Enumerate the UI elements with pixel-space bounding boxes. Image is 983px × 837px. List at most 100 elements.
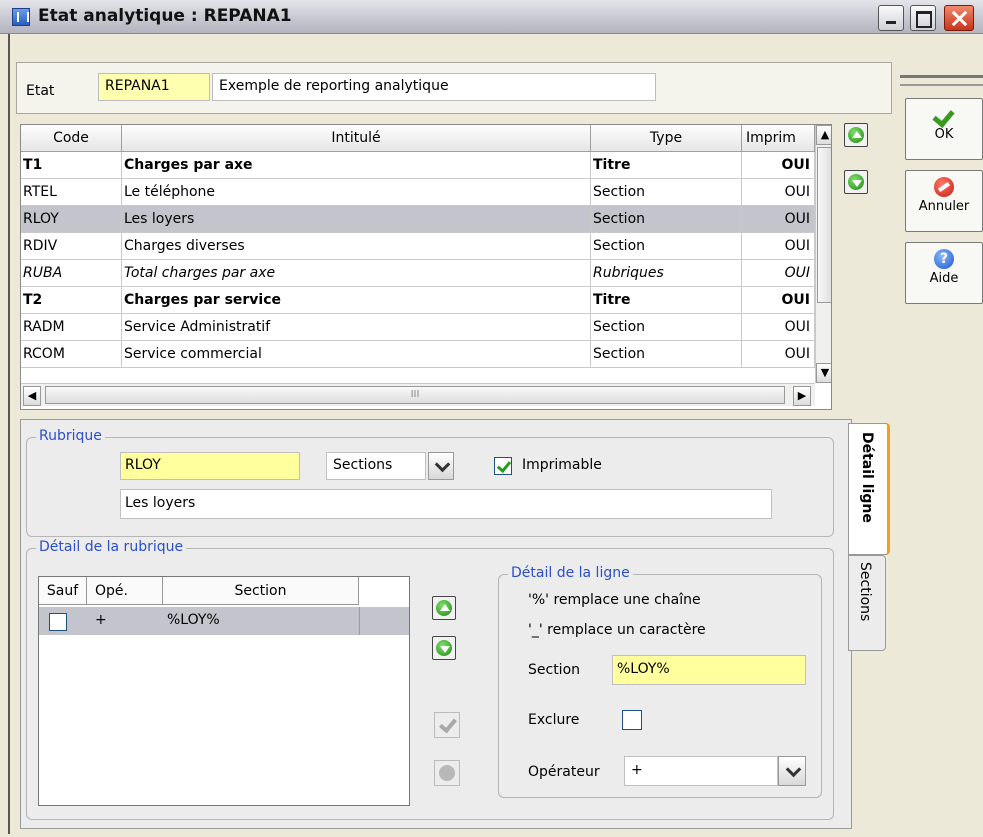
etat-description-field[interactable]: Exemple de reporting analytique	[212, 73, 656, 101]
print-cell: OUI	[742, 179, 815, 205]
app-icon	[12, 8, 30, 26]
operateur-select[interactable]: +	[624, 756, 778, 786]
toolbar-separator	[900, 75, 983, 78]
tab-label: Sections	[857, 562, 873, 622]
horizontal-scrollbar[interactable]: ◀ III ▶	[21, 383, 815, 406]
imprimable-label: Imprimable	[522, 457, 602, 473]
chevron-down-icon	[785, 761, 802, 778]
label-cell: Charges diverses	[122, 233, 591, 259]
column-header-sauf[interactable]: Sauf	[39, 577, 87, 605]
column-header-print[interactable]: Imprim	[742, 125, 815, 152]
code-cell: RDIV	[21, 233, 122, 259]
tab-detail-ligne[interactable]: Détail ligne	[848, 423, 890, 555]
dropdown-button[interactable]	[778, 756, 806, 786]
print-cell: OUI	[742, 206, 815, 232]
minimize-button[interactable]	[878, 5, 904, 31]
label-cell: Le téléphone	[122, 179, 591, 205]
dropdown-button[interactable]	[428, 452, 454, 480]
label-cell: Charges par axe	[122, 152, 591, 178]
arrow-up-icon	[852, 131, 862, 138]
validate-line-button[interactable]	[434, 712, 460, 738]
hint-percent: '%' remplace une chaîne	[528, 592, 701, 608]
hint-underscore: '_' remplace un caractère	[528, 622, 706, 638]
table-row[interactable]: RUBA Total charges par axe Rubriques OUI	[21, 260, 815, 287]
detail-move-down-button[interactable]	[432, 636, 456, 660]
table-row[interactable]: RDIV Charges diverses Section OUI	[21, 233, 815, 260]
chevron-down-icon	[434, 456, 451, 473]
code-cell: RUBA	[21, 260, 122, 286]
ok-button[interactable]: OK	[905, 98, 983, 160]
section-label: Section	[528, 662, 581, 678]
imprimable-checkbox[interactable]	[494, 457, 512, 475]
etat-label: Etat	[26, 83, 55, 99]
arrow-down-icon	[440, 646, 450, 653]
scroll-up-button[interactable]: ▲	[816, 125, 831, 145]
exclure-checkbox[interactable]	[622, 710, 642, 730]
rubrique-type-select[interactable]: Sections	[326, 452, 426, 480]
close-button[interactable]	[944, 5, 974, 31]
table-row[interactable]: + %LOY%	[39, 607, 409, 635]
column-header-type[interactable]: Type	[591, 125, 742, 152]
cancel-icon	[934, 177, 954, 197]
rubrique-code-field[interactable]: RLOY	[120, 452, 300, 480]
detail-grid[interactable]: Sauf Opé. Section + %LOY%	[38, 576, 410, 806]
table-row[interactable]: RLOY Les loyers Section OUI	[21, 206, 815, 233]
type-cell: Titre	[591, 287, 742, 313]
table-row[interactable]: RADM Service Administratif Section OUI	[21, 314, 815, 341]
move-down-button[interactable]	[844, 170, 868, 194]
scroll-thumb[interactable]: III	[45, 386, 785, 404]
type-cell: Section	[591, 314, 742, 340]
table-row[interactable]: RTEL Le téléphone Section OUI	[21, 179, 815, 206]
label-cell: Service Administratif	[122, 314, 591, 340]
scroll-thumb[interactable]	[817, 147, 831, 303]
type-cell: Section	[591, 341, 742, 367]
column-header-code[interactable]: Code	[21, 125, 122, 152]
detail-move-up-button[interactable]	[432, 596, 456, 620]
code-cell: RTEL	[21, 179, 122, 205]
scroll-right-button[interactable]: ▶	[793, 386, 811, 406]
column-header-label[interactable]: Intitulé	[122, 125, 591, 152]
table-row[interactable]: T1 Charges par axe Titre OUI	[21, 152, 815, 179]
code-cell: RCOM	[21, 341, 122, 367]
print-cell: OUI	[742, 260, 815, 286]
operateur-label: Opérateur	[528, 764, 600, 780]
code-cell: RLOY	[21, 206, 122, 232]
type-cell: Section	[591, 179, 742, 205]
table-row[interactable]: RCOM Service commercial Section OUI	[21, 341, 815, 368]
scroll-left-button[interactable]: ◀	[23, 386, 41, 406]
arrow-up-icon	[440, 604, 450, 611]
detail-rubrique-legend: Détail de la rubrique	[36, 539, 187, 555]
cancel-label: Annuler	[918, 199, 970, 214]
column-header-section[interactable]: Section	[163, 577, 359, 605]
type-cell: Titre	[591, 152, 742, 178]
cancel-line-button[interactable]	[434, 760, 460, 786]
window-title: Etat analytique : REPANA1	[38, 6, 292, 26]
print-cell: OUI	[742, 287, 815, 313]
scroll-down-button[interactable]: ▼	[816, 363, 831, 383]
label-cell: Charges par service	[122, 287, 591, 313]
detail-ligne-legend: Détail de la ligne	[508, 565, 633, 581]
sauf-checkbox[interactable]	[49, 613, 67, 631]
type-cell: Section	[591, 206, 742, 232]
rubrique-label-field[interactable]: Les loyers	[120, 489, 772, 519]
type-cell: Section	[591, 233, 742, 259]
ok-label: OK	[934, 127, 954, 142]
print-cell: OUI	[742, 341, 815, 367]
etat-code-field[interactable]: REPANA1	[98, 73, 210, 101]
column-header-op[interactable]: Opé.	[87, 577, 163, 605]
table-row[interactable]: T2 Charges par service Titre OUI	[21, 287, 815, 314]
cancel-button[interactable]: Annuler	[905, 170, 983, 232]
tab-label: Détail ligne	[859, 432, 875, 523]
rubrique-legend: Rubrique	[36, 428, 105, 444]
section-input[interactable]: %LOY%	[612, 655, 806, 685]
rubriques-grid[interactable]: Code Intitulé Type Imprim T1 Charges par …	[20, 124, 832, 410]
vertical-scrollbar[interactable]: ▲ ▼	[815, 125, 831, 383]
toolbar-separator	[900, 84, 983, 86]
help-button[interactable]: ? Aide	[905, 242, 983, 304]
tab-sections[interactable]: Sections	[848, 555, 886, 651]
section-cell: %LOY%	[167, 612, 220, 628]
move-up-button[interactable]	[844, 123, 868, 147]
label-cell: Service commercial	[122, 341, 591, 367]
maximize-button[interactable]	[910, 5, 936, 31]
print-cell: OUI	[742, 233, 815, 259]
